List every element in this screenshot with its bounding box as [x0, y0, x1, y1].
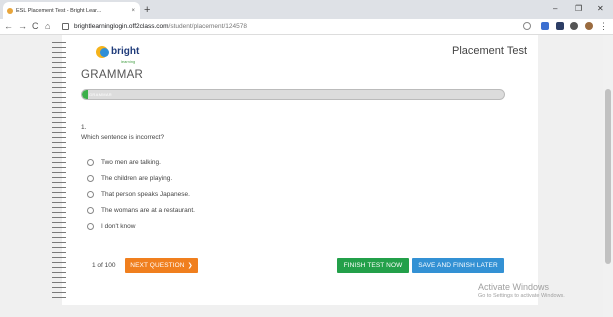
tab-strip: ESL Placement Test - Bright Lear... × + …: [0, 0, 613, 19]
radio-button[interactable]: [87, 174, 94, 182]
chevron-right-icon: ❯: [187, 263, 193, 269]
close-window-button[interactable]: ✕: [597, 2, 604, 16]
scrollbar-thumb[interactable]: [605, 89, 611, 264]
answer-label: The children are playing.: [101, 174, 173, 182]
radio-button[interactable]: [87, 206, 94, 214]
answer-label: That person speaks Japanese.: [101, 190, 190, 198]
answer-label: Two men are talking.: [101, 158, 161, 166]
answer-option[interactable]: That person speaks Japanese.: [87, 186, 195, 202]
finish-test-button[interactable]: FINISH TEST NOW: [337, 258, 409, 273]
next-question-button[interactable]: NEXT QUESTION ❯: [125, 258, 198, 273]
save-and-finish-later-button[interactable]: SAVE AND FINISH LATER: [412, 258, 504, 273]
section-title: GRAMMAR: [81, 69, 144, 81]
minimize-button[interactable]: –: [553, 2, 557, 16]
answer-option[interactable]: The children are playing.: [87, 170, 195, 186]
radio-button[interactable]: [87, 158, 94, 166]
profile-avatar[interactable]: [585, 22, 593, 30]
answer-label: I don't know: [101, 222, 136, 230]
watermark-title: Activate Windows: [478, 282, 550, 292]
answer-options: Two men are talking. The children are pl…: [87, 154, 195, 234]
question-counter: 1 of 100: [92, 262, 116, 269]
logo-mark-icon: [96, 46, 109, 58]
finish-test-label: FINISH TEST NOW: [343, 262, 403, 269]
back-icon[interactable]: ←: [4, 20, 13, 33]
close-tab-icon[interactable]: ×: [131, 8, 135, 14]
tab-title: ESL Placement Test - Bright Lear...: [16, 7, 102, 14]
maximize-button[interactable]: ❐: [575, 2, 582, 16]
radio-button[interactable]: [87, 222, 94, 230]
extension-icon[interactable]: [556, 22, 564, 30]
bookmark-star-icon[interactable]: [523, 22, 531, 30]
question-text: Which sentence is incorrect?: [81, 134, 165, 141]
next-question-label: NEXT QUESTION: [130, 262, 185, 269]
progress-bar: GRAMMAR: [81, 89, 505, 100]
answer-option[interactable]: Two men are talking.: [87, 154, 195, 170]
progress-fill: [82, 90, 89, 99]
answer-label: The womans are at a restaurant.: [101, 206, 195, 214]
extensions-puzzle-icon[interactable]: [570, 22, 578, 30]
reload-icon[interactable]: C: [32, 20, 39, 33]
answer-option[interactable]: I don't know: [87, 218, 195, 234]
answer-option[interactable]: The womans are at a restaurant.: [87, 202, 195, 218]
extension-icon[interactable]: [541, 22, 549, 30]
url-path: /student/placement/124578: [168, 22, 247, 30]
browser-tab[interactable]: ESL Placement Test - Bright Lear... ×: [3, 2, 140, 19]
activate-windows-watermark: Activate Windows Go to Settings to activ…: [478, 282, 565, 299]
bright-logo: bright learning: [96, 40, 166, 64]
browser-toolbar: ← → C ⌂ brightlearninglogin.off2class.co…: [0, 19, 613, 35]
page-title: Placement Test: [452, 45, 528, 57]
progress-label: GRAMMAR: [89, 92, 112, 97]
home-icon[interactable]: ⌂: [45, 20, 50, 33]
menu-icon[interactable]: ⋮: [599, 21, 608, 31]
save-and-finish-label: SAVE AND FINISH LATER: [418, 262, 498, 269]
notebook-spiral: [52, 40, 66, 300]
new-tab-button[interactable]: +: [144, 3, 150, 17]
scrollbar[interactable]: [603, 35, 613, 317]
watermark-subtitle: Go to Settings to activate Windows.: [478, 293, 565, 299]
logo-subtext: learning: [121, 58, 136, 64]
forward-icon[interactable]: →: [18, 20, 27, 33]
favicon-icon: [7, 7, 13, 14]
logo-text: bright: [111, 45, 140, 57]
address-bar[interactable]: brightlearninglogin.off2class.com /stude…: [62, 20, 542, 32]
question-number: 1.: [81, 124, 87, 131]
lock-icon: [62, 22, 69, 30]
url-host: brightlearninglogin.off2class.com: [74, 22, 169, 30]
radio-button[interactable]: [87, 190, 94, 198]
